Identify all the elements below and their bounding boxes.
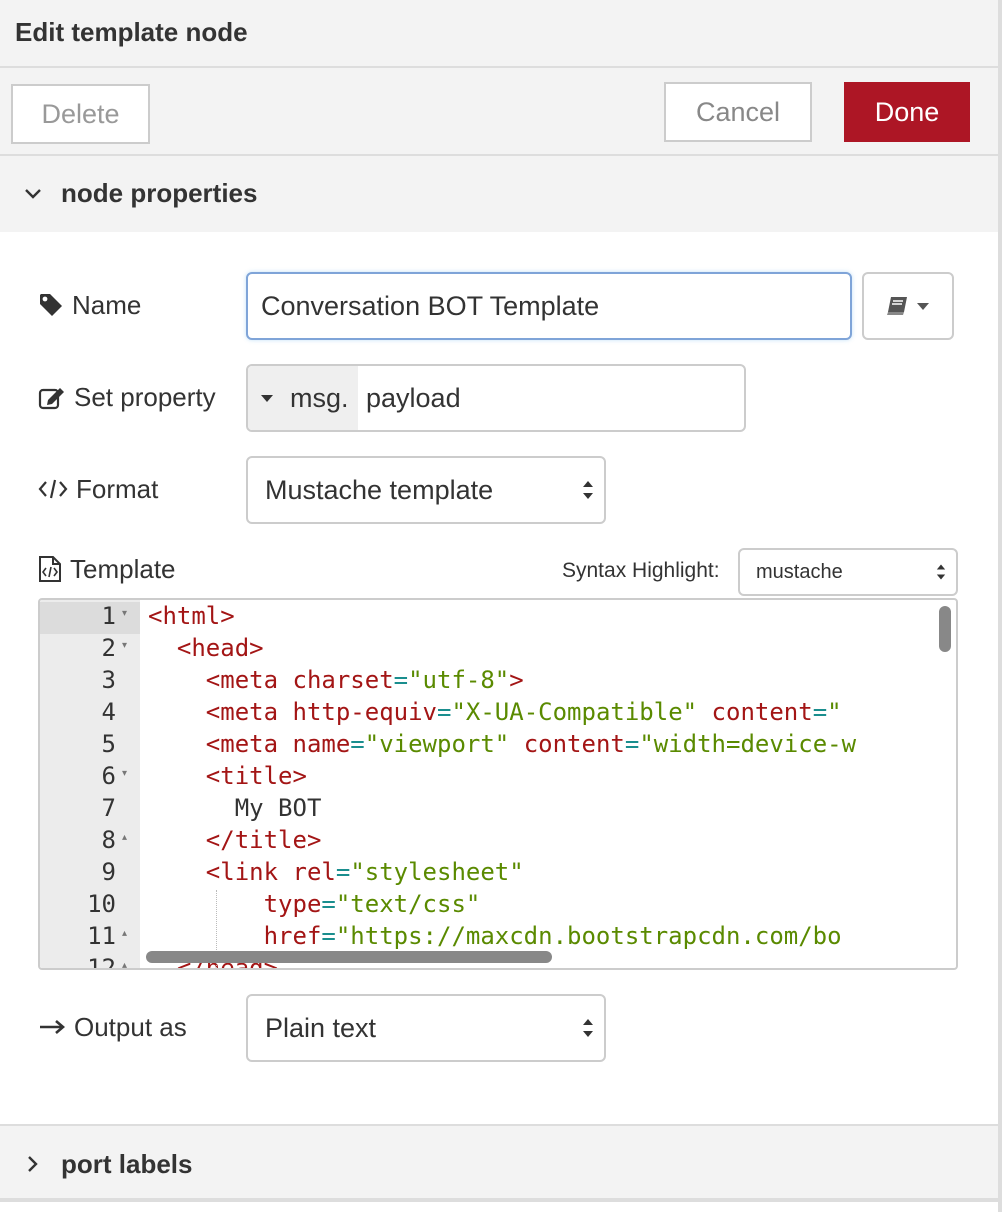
format-label: Format	[76, 473, 159, 504]
output-label: Output as	[74, 1011, 187, 1042]
name-row-label: Name	[38, 288, 141, 322]
format-select[interactable]: Mustache template	[246, 456, 606, 524]
code-line[interactable]: 3 <meta charset="utf-8">	[40, 664, 956, 696]
fold-close-icon[interactable]: ▴	[122, 928, 127, 939]
fold-close-icon[interactable]: ▴	[122, 832, 127, 843]
code-line[interactable]: 4 <meta http-equiv="X-UA-Compatible" con…	[40, 696, 956, 728]
code-text: <link rel="stylesheet"	[205, 858, 524, 886]
code-line[interactable]: 11 ▴ href="https://maxcdn.bootstrapcdn.co…	[40, 920, 956, 952]
line-number: 7	[101, 794, 116, 822]
line-number: 4	[101, 698, 116, 726]
select-arrows-icon	[936, 564, 946, 581]
book-icon	[887, 297, 907, 315]
template-label: Template	[70, 553, 176, 584]
horizontal-scrollbar[interactable]	[146, 951, 552, 963]
format-select-value: Mustache template	[265, 474, 494, 505]
line-number: 2	[101, 634, 116, 662]
code-text: </title>	[205, 826, 322, 854]
name-label: Name	[72, 289, 142, 320]
syntax-highlight-label: Syntax Highlight:	[562, 559, 720, 582]
template-row-label: Template	[38, 552, 176, 586]
edit-icon	[38, 388, 64, 410]
code-line[interactable]: 8 ▴ </title>	[40, 824, 956, 856]
fold-open-icon[interactable]: ▾	[122, 608, 127, 619]
line-number: 10	[87, 890, 116, 918]
code-line[interactable]: 6 ▾ <title>	[40, 760, 956, 792]
code-text: <title>	[205, 762, 307, 790]
code-text: href="https://maxcdn.bootstrapcdn.com/bo	[263, 922, 842, 950]
section-label: node properties	[61, 178, 258, 208]
code-text: <head>	[176, 634, 264, 662]
tray-title: Edit template node	[15, 17, 248, 47]
code-text: <meta charset="utf-8">	[205, 666, 524, 694]
line-number: 6	[101, 762, 116, 790]
vertical-scrollbar[interactable]	[939, 606, 951, 652]
name-input[interactable]: Conversation BOT Template	[246, 272, 852, 340]
property-label: Set property	[74, 381, 216, 412]
syntax-highlight-select[interactable]: mustache	[738, 548, 958, 596]
caret-down-icon	[261, 395, 273, 402]
syntax-select-value: mustache	[756, 560, 843, 583]
property-type-selector[interactable]: msg.	[248, 366, 358, 430]
section-label: port labels	[61, 1149, 193, 1179]
node-properties-section-header[interactable]: node properties	[0, 156, 1002, 232]
property-type-label: msg.	[290, 382, 349, 413]
tray-toolbar: Delete Cancel Done	[0, 68, 1002, 156]
tag-icon	[40, 294, 62, 316]
line-number: 3	[101, 666, 116, 694]
fold-close-icon[interactable]: ▴	[122, 960, 127, 968]
code-text: <meta name="viewport" content="width=dev…	[205, 730, 857, 758]
code-text: <html>	[148, 602, 235, 630]
output-row-label: Output as	[38, 1010, 187, 1044]
code-text: <meta http-equiv="X-UA-Compatible" conte…	[205, 698, 842, 726]
code-line[interactable]: 10 type="text/css"	[40, 888, 956, 920]
code-text: type="text/css"	[263, 890, 481, 918]
port-labels-section-header[interactable]: port labels	[0, 1124, 1002, 1202]
property-typed-input[interactable]: msg. payload	[246, 364, 746, 432]
format-row-label: Format	[38, 472, 158, 506]
template-code-editor[interactable]: 1 ▾ <html> 2 ▾ <head> 3 <meta charset="utf-8"…	[38, 598, 958, 970]
line-number: 11	[87, 922, 116, 950]
code-line[interactable]: 5 <meta name="viewport" content="width=d…	[40, 728, 956, 760]
fold-open-icon[interactable]: ▾	[122, 640, 127, 651]
select-arrows-icon	[582, 480, 594, 500]
code-line[interactable]: 2 ▾ <head>	[40, 632, 956, 664]
done-button[interactable]: Done	[844, 82, 970, 142]
panel-edge	[998, 0, 1002, 1212]
library-menu-button[interactable]	[862, 272, 954, 340]
output-select[interactable]: Plain text	[246, 994, 606, 1062]
line-number: 1	[101, 602, 116, 630]
chevron-right-icon	[22, 1153, 44, 1175]
delete-button[interactable]: Delete	[11, 84, 150, 144]
line-number: 8	[101, 826, 116, 854]
code-icon	[38, 479, 68, 499]
line-number: 9	[101, 858, 116, 886]
property-value-field[interactable]: payload	[366, 366, 461, 430]
property-row-label: Set property	[38, 380, 216, 414]
arrow-right-icon	[40, 1020, 65, 1034]
line-number: 5	[101, 730, 116, 758]
caret-down-icon	[917, 303, 929, 310]
code-text: My BOT	[148, 794, 322, 822]
tray-header: Edit template node	[0, 0, 1002, 68]
code-line[interactable]: 9 <link rel="stylesheet"	[40, 856, 956, 888]
file-code-icon	[39, 556, 61, 582]
chevron-down-icon	[22, 183, 44, 205]
fold-open-icon[interactable]: ▾	[122, 768, 127, 779]
cancel-button[interactable]: Cancel	[664, 82, 812, 142]
select-arrows-icon	[582, 1018, 594, 1038]
code-line[interactable]: 1 ▾ <html>	[40, 600, 956, 632]
code-line[interactable]: 7 My BOT	[40, 792, 956, 824]
output-select-value: Plain text	[265, 1012, 377, 1043]
line-number: 12	[87, 954, 116, 970]
